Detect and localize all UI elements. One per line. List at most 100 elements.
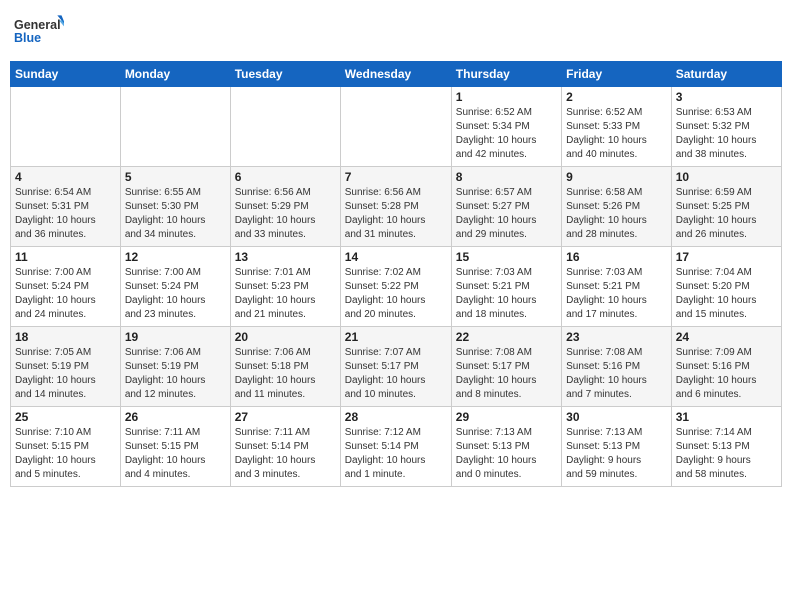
calendar-cell: 7 Sunrise: 6:56 AMSunset: 5:28 PMDaylight… [340, 167, 451, 247]
day-number: 9 [566, 170, 667, 184]
calendar-cell: 31 Sunrise: 7:14 AMSunset: 5:13 PMDayligh… [671, 407, 781, 487]
day-info: Sunrise: 7:02 AMSunset: 5:22 PMDaylight:… [345, 266, 447, 322]
day-number: 11 [15, 250, 116, 264]
day-number: 21 [345, 330, 447, 344]
day-info: Sunrise: 6:57 AMSunset: 5:27 PMDaylight:… [456, 186, 557, 242]
calendar-cell: 12 Sunrise: 7:00 AMSunset: 5:24 PMDayligh… [120, 247, 230, 327]
header-friday: Friday [562, 62, 672, 87]
calendar-table: SundayMondayTuesdayWednesdayThursdayFrid… [10, 61, 782, 487]
day-number: 25 [15, 410, 116, 424]
calendar-cell: 24 Sunrise: 7:09 AMSunset: 5:16 PMDayligh… [671, 327, 781, 407]
day-info: Sunrise: 7:03 AMSunset: 5:21 PMDaylight:… [456, 266, 557, 322]
calendar-cell: 2 Sunrise: 6:52 AMSunset: 5:33 PMDaylight… [562, 87, 672, 167]
calendar-cell: 27Sunrise: 7:11 AMSunset: 5:14 PMDayligh… [230, 407, 340, 487]
day-info: Sunrise: 7:07 AMSunset: 5:17 PMDaylight:… [345, 346, 447, 402]
calendar-cell: 6 Sunrise: 6:56 AMSunset: 5:29 PMDaylight… [230, 167, 340, 247]
day-info: Sunrise: 6:58 AMSunset: 5:26 PMDaylight:… [566, 186, 667, 242]
day-info: Sunrise: 7:08 AMSunset: 5:16 PMDaylight:… [566, 346, 667, 402]
day-info: Sunrise: 7:10 AMSunset: 5:15 PMDaylight:… [15, 426, 116, 482]
calendar-cell: 28Sunrise: 7:12 AMSunset: 5:14 PMDayligh… [340, 407, 451, 487]
week-row-3: 11 Sunrise: 7:00 AMSunset: 5:24 PMDayligh… [11, 247, 782, 327]
day-info: Sunrise: 6:53 AMSunset: 5:32 PMDaylight:… [676, 106, 777, 162]
day-info: Sunrise: 7:13 AMSunset: 5:13 PMDaylight:… [456, 426, 557, 482]
calendar-cell: 3 Sunrise: 6:53 AMSunset: 5:32 PMDaylight… [671, 87, 781, 167]
day-number: 26 [125, 410, 226, 424]
calendar-cell: 15 Sunrise: 7:03 AMSunset: 5:21 PMDayligh… [451, 247, 561, 327]
page-header: General Blue [10, 10, 782, 55]
day-info: Sunrise: 7:01 AMSunset: 5:23 PMDaylight:… [235, 266, 336, 322]
day-number: 10 [676, 170, 777, 184]
header-thursday: Thursday [451, 62, 561, 87]
calendar-cell: 25 Sunrise: 7:10 AMSunset: 5:15 PMDayligh… [11, 407, 121, 487]
calendar-cell: 17 Sunrise: 7:04 AMSunset: 5:20 PMDayligh… [671, 247, 781, 327]
day-info: Sunrise: 7:11 AMSunset: 5:15 PMDaylight:… [125, 426, 226, 482]
calendar-cell: 16 Sunrise: 7:03 AMSunset: 5:21 PMDayligh… [562, 247, 672, 327]
day-number: 3 [676, 90, 777, 104]
calendar-cell [11, 87, 121, 167]
calendar-cell: 20 Sunrise: 7:06 AMSunset: 5:18 PMDayligh… [230, 327, 340, 407]
header-sunday: Sunday [11, 62, 121, 87]
day-number: 5 [125, 170, 226, 184]
calendar-cell: 10 Sunrise: 6:59 AMSunset: 5:25 PMDayligh… [671, 167, 781, 247]
day-info: Sunrise: 7:12 AMSunset: 5:14 PMDaylight:… [345, 426, 447, 482]
logo: General Blue [14, 10, 64, 55]
day-info: Sunrise: 7:00 AMSunset: 5:24 PMDaylight:… [15, 266, 116, 322]
day-number: 17 [676, 250, 777, 264]
header-saturday: Saturday [671, 62, 781, 87]
day-info: Sunrise: 6:56 AMSunset: 5:29 PMDaylight:… [235, 186, 336, 242]
week-row-2: 4 Sunrise: 6:54 AMSunset: 5:31 PMDaylight… [11, 167, 782, 247]
svg-text:General: General [14, 18, 61, 32]
day-info: Sunrise: 7:06 AMSunset: 5:19 PMDaylight:… [125, 346, 226, 402]
calendar-cell: 5Sunrise: 6:55 AMSunset: 5:30 PMDaylight… [120, 167, 230, 247]
logo-svg: General Blue [14, 10, 64, 55]
day-info: Sunrise: 7:09 AMSunset: 5:16 PMDaylight:… [676, 346, 777, 402]
calendar-cell: 13 Sunrise: 7:01 AMSunset: 5:23 PMDayligh… [230, 247, 340, 327]
day-number: 13 [235, 250, 336, 264]
day-info: Sunrise: 6:52 AMSunset: 5:33 PMDaylight:… [566, 106, 667, 162]
day-number: 24 [676, 330, 777, 344]
day-info: Sunrise: 7:08 AMSunset: 5:17 PMDaylight:… [456, 346, 557, 402]
day-number: 14 [345, 250, 447, 264]
calendar-cell: 30 Sunrise: 7:13 AMSunset: 5:13 PMDayligh… [562, 407, 672, 487]
day-info: Sunrise: 7:11 AMSunset: 5:14 PMDaylight:… [235, 426, 336, 482]
day-number: 6 [235, 170, 336, 184]
day-info: Sunrise: 6:56 AMSunset: 5:28 PMDaylight:… [345, 186, 447, 242]
day-info: Sunrise: 7:05 AMSunset: 5:19 PMDaylight:… [15, 346, 116, 402]
calendar-cell [340, 87, 451, 167]
day-number: 4 [15, 170, 116, 184]
day-info: Sunrise: 6:52 AMSunset: 5:34 PMDaylight:… [456, 106, 557, 162]
day-info: Sunrise: 6:59 AMSunset: 5:25 PMDaylight:… [676, 186, 777, 242]
day-number: 30 [566, 410, 667, 424]
day-info: Sunrise: 7:06 AMSunset: 5:18 PMDaylight:… [235, 346, 336, 402]
calendar-header: SundayMondayTuesdayWednesdayThursdayFrid… [11, 62, 782, 87]
week-row-5: 25 Sunrise: 7:10 AMSunset: 5:15 PMDayligh… [11, 407, 782, 487]
day-number: 20 [235, 330, 336, 344]
day-info: Sunrise: 7:03 AMSunset: 5:21 PMDaylight:… [566, 266, 667, 322]
day-number: 12 [125, 250, 226, 264]
day-info: Sunrise: 7:14 AMSunset: 5:13 PMDaylight:… [676, 426, 777, 482]
day-number: 29 [456, 410, 557, 424]
day-number: 8 [456, 170, 557, 184]
day-number: 22 [456, 330, 557, 344]
calendar-cell: 19Sunrise: 7:06 AMSunset: 5:19 PMDayligh… [120, 327, 230, 407]
calendar-cell: 8 Sunrise: 6:57 AMSunset: 5:27 PMDaylight… [451, 167, 561, 247]
header-row: SundayMondayTuesdayWednesdayThursdayFrid… [11, 62, 782, 87]
day-info: Sunrise: 7:13 AMSunset: 5:13 PMDaylight:… [566, 426, 667, 482]
day-number: 15 [456, 250, 557, 264]
day-number: 7 [345, 170, 447, 184]
calendar-cell [120, 87, 230, 167]
day-number: 31 [676, 410, 777, 424]
calendar-cell: 23Sunrise: 7:08 AMSunset: 5:16 PMDayligh… [562, 327, 672, 407]
week-row-1: 1Sunrise: 6:52 AMSunset: 5:34 PMDaylight… [11, 87, 782, 167]
calendar-cell: 18 Sunrise: 7:05 AMSunset: 5:19 PMDayligh… [11, 327, 121, 407]
calendar-cell: 9 Sunrise: 6:58 AMSunset: 5:26 PMDaylight… [562, 167, 672, 247]
day-info: Sunrise: 7:04 AMSunset: 5:20 PMDaylight:… [676, 266, 777, 322]
day-info: Sunrise: 7:00 AMSunset: 5:24 PMDaylight:… [125, 266, 226, 322]
day-number: 2 [566, 90, 667, 104]
day-number: 18 [15, 330, 116, 344]
day-info: Sunrise: 6:54 AMSunset: 5:31 PMDaylight:… [15, 186, 116, 242]
calendar-cell: 4 Sunrise: 6:54 AMSunset: 5:31 PMDaylight… [11, 167, 121, 247]
day-number: 16 [566, 250, 667, 264]
week-row-4: 18 Sunrise: 7:05 AMSunset: 5:19 PMDayligh… [11, 327, 782, 407]
calendar-cell: 22 Sunrise: 7:08 AMSunset: 5:17 PMDayligh… [451, 327, 561, 407]
